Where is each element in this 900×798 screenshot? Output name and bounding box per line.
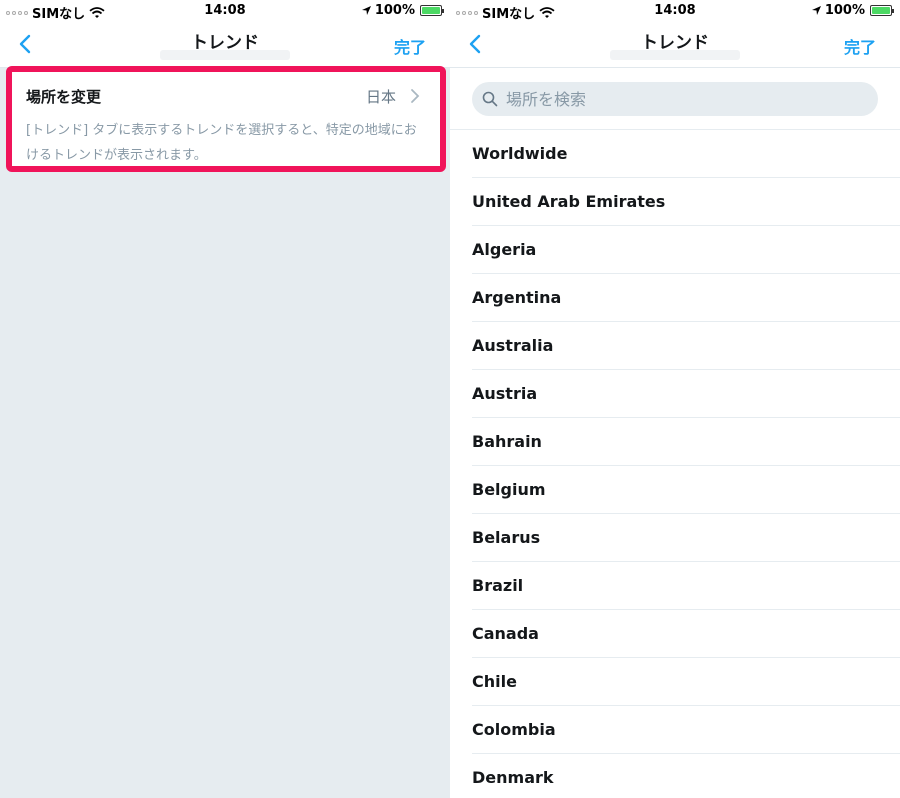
battery-fill [872, 7, 890, 14]
location-arrow-icon [361, 6, 371, 15]
location-description: [トレンド] タブに表示するトレンドを選択すると、特定の地域におけるトレンドが表… [26, 123, 417, 163]
current-location-value: 日本 [365, 88, 396, 106]
screens: SIMなし 14:08 100% トレンド 完了 場所を変更 日本 [トレンド]… [0, 0, 900, 798]
country-item[interactable]: Colombia [472, 706, 900, 754]
blurred-account-name [160, 50, 290, 60]
country-item[interactable]: Austria [472, 370, 900, 418]
battery-percent: 100% [824, 3, 865, 18]
status-right: 100% [811, 3, 894, 18]
country-item[interactable]: Brazil [472, 562, 900, 610]
search-bar [450, 68, 900, 130]
country-item[interactable]: Algeria [472, 226, 900, 274]
change-location-label: 場所を変更 [26, 88, 102, 106]
search-box[interactable] [472, 82, 878, 116]
country-item[interactable]: Argentina [472, 274, 900, 322]
highlighted-location-card: 場所を変更 日本 [トレンド] タブに表示するトレンドを選択すると、特定の地域に… [6, 66, 446, 172]
status-bar: SIMなし 14:08 100% [450, 0, 900, 22]
battery-icon [420, 5, 444, 16]
battery-icon [870, 5, 894, 16]
done-button[interactable]: 完了 [844, 34, 876, 58]
location-arrow-icon [811, 6, 821, 15]
country-item[interactable]: Australia [472, 322, 900, 370]
nav-bar: トレンド 完了 [0, 22, 450, 68]
trends-settings-screen: SIMなし 14:08 100% トレンド 完了 場所を変更 日本 [トレンド]… [0, 0, 450, 798]
search-icon [482, 91, 498, 107]
status-bar: SIMなし 14:08 100% [0, 0, 450, 22]
status-right: 100% [361, 3, 444, 18]
country-item[interactable]: United Arab Emirates [472, 178, 900, 226]
blurred-account-name [610, 50, 740, 60]
done-button[interactable]: 完了 [394, 34, 426, 58]
country-item[interactable]: Chile [472, 658, 900, 706]
battery-percent: 100% [374, 3, 415, 18]
chevron-right-icon [411, 89, 420, 103]
country-item[interactable]: Canada [472, 610, 900, 658]
location-picker-screen: SIMなし 14:08 100% トレンド 完了 場所を検索 Worldwide… [450, 0, 900, 798]
country-item[interactable]: Belarus [472, 514, 900, 562]
location-search-input[interactable] [506, 89, 846, 109]
country-item[interactable]: Denmark [472, 754, 900, 798]
country-item[interactable]: Bahrain [472, 418, 900, 466]
country-item[interactable]: Worldwide [472, 130, 900, 178]
nav-bar: トレンド 完了 [450, 22, 900, 68]
country-list: Worldwide United Arab Emirates Algeria Arge… [450, 130, 900, 798]
battery-fill [422, 7, 440, 14]
country-item[interactable]: Belgium [472, 466, 900, 514]
change-location-row[interactable]: 場所を変更 日本 [26, 84, 426, 110]
